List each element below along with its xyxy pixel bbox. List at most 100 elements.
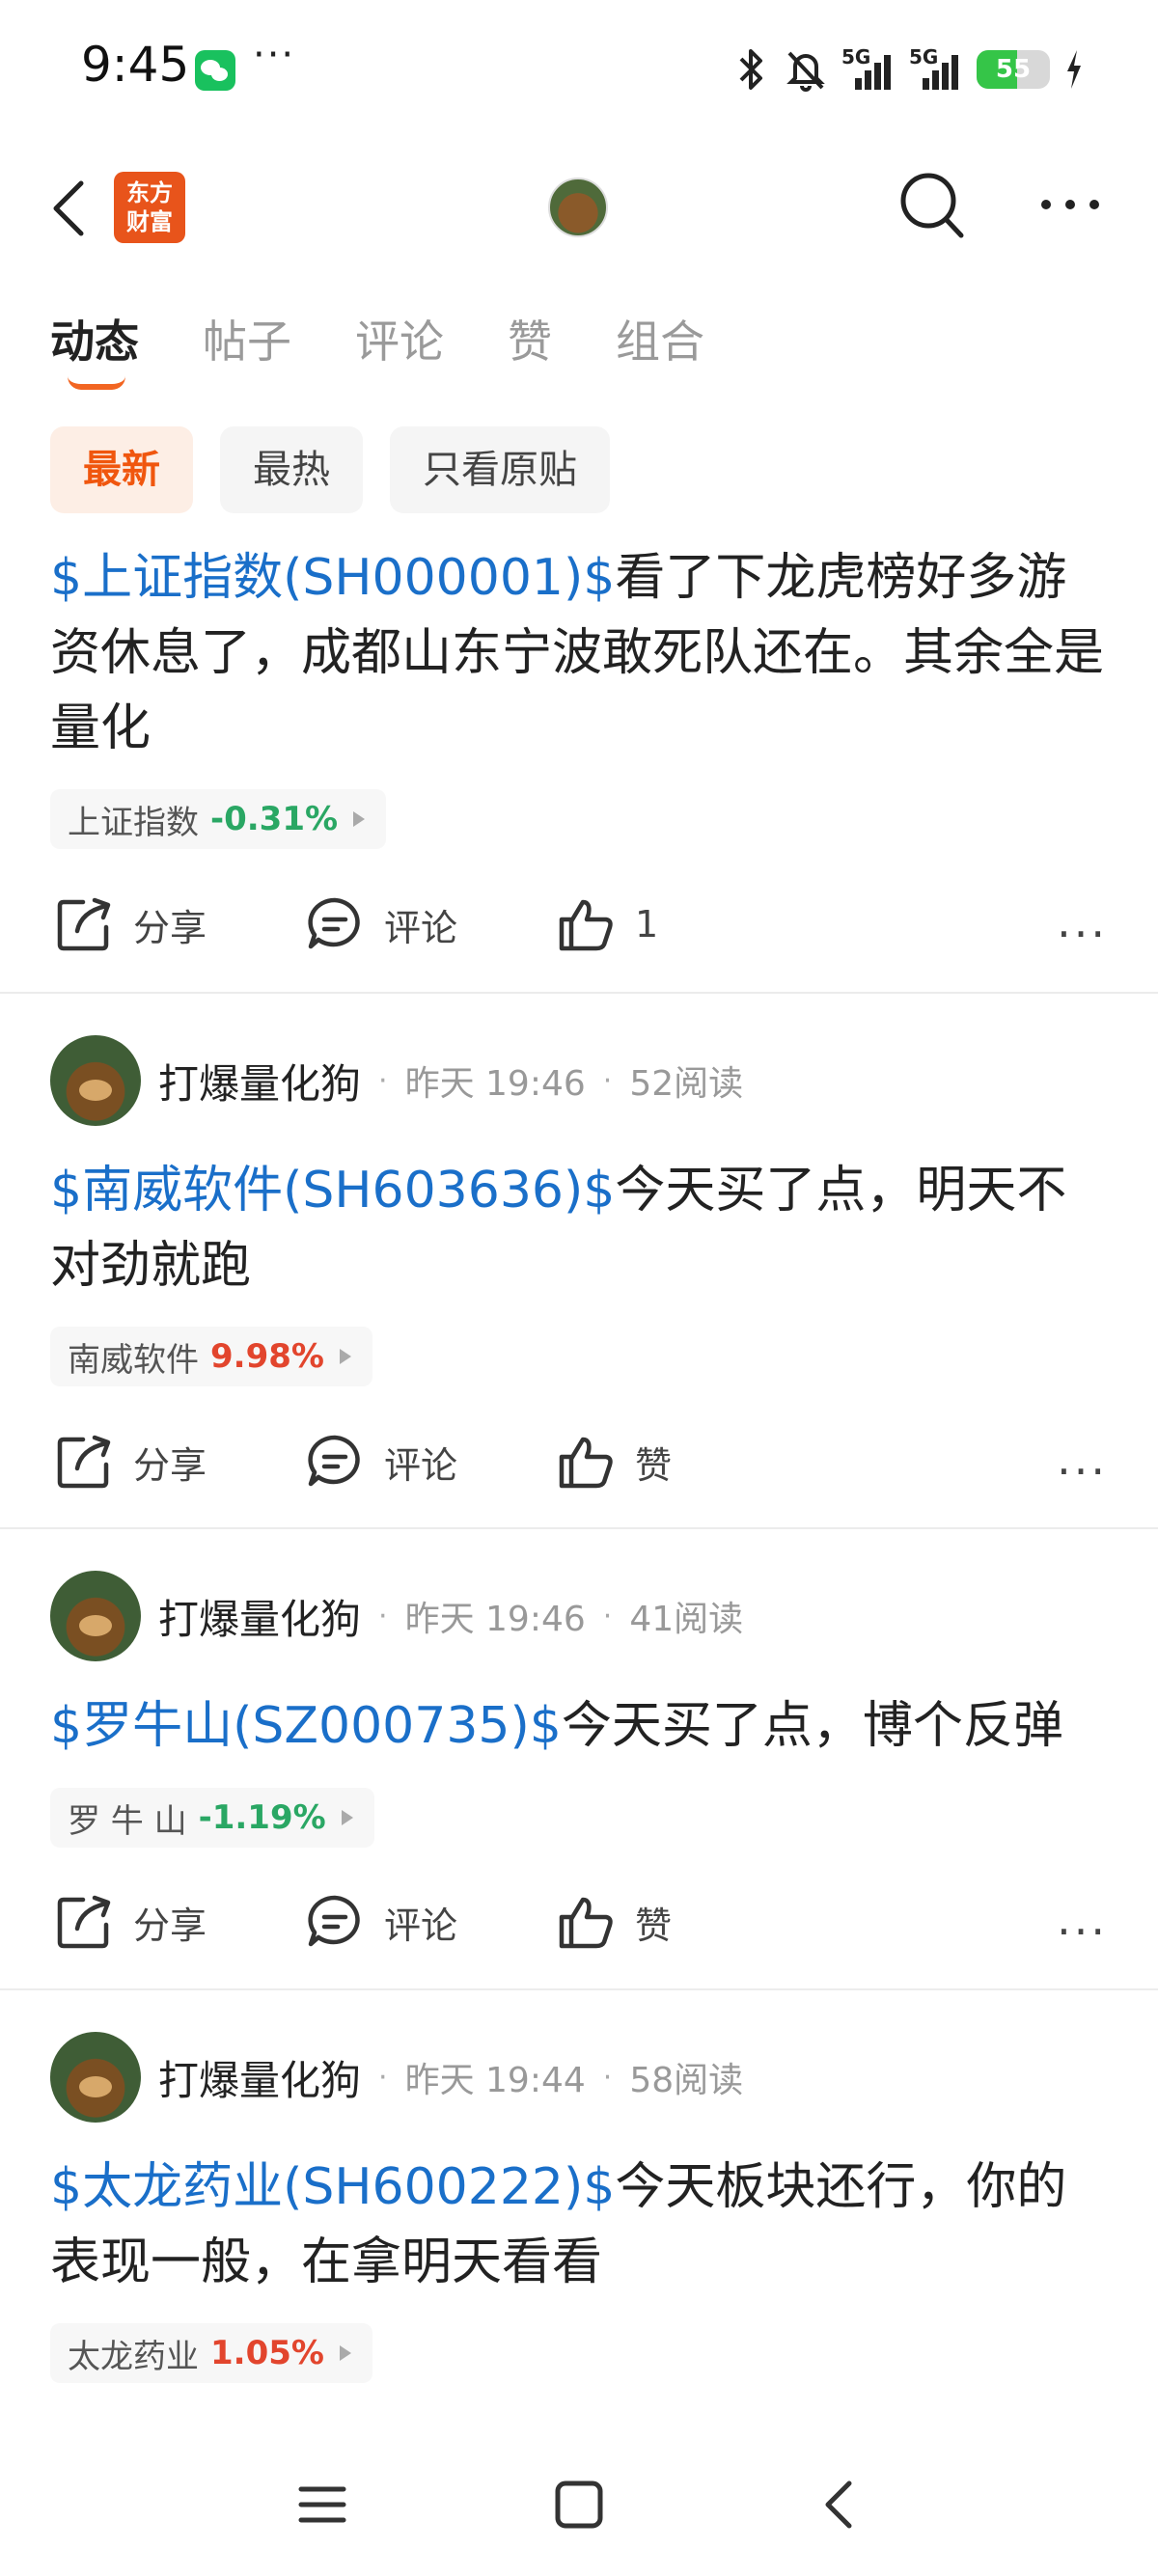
stock-link[interactable]: $上证指数(SH000001)$ [50,549,615,607]
tab-posts[interactable]: 帖子 [203,307,291,370]
filter-latest[interactable]: 最新 [50,426,193,513]
meta-separator: · [378,1599,388,1633]
stock-tag-name: 上证指数 [68,803,199,842]
logo-text-2: 财富 [126,208,173,235]
meta-separator: · [378,1063,388,1098]
logo-text-1: 东方 [126,179,173,206]
share-icon [57,1435,111,1489]
like-count: 1 [635,903,659,945]
stock-tag-change: -0.31% [210,800,339,838]
post-item[interactable]: 打爆量化狗 · 昨天 19:46 · 52阅读 $南威软件(SH603636)$… [0,994,1158,1529]
menu-icon[interactable] [295,2478,349,2532]
comment-button[interactable]: 评论 [305,1418,457,1505]
post-item[interactable]: 打爆量化狗 · 昨天 19:46 · 41阅读 $罗牛山(SZ000735)$今… [0,1529,1158,1990]
stock-link[interactable]: $罗牛山(SZ000735)$ [50,1697,562,1755]
thumbs-up-icon [559,1437,613,1489]
stock-link[interactable]: $太龙药业(SH600222)$ [50,2158,615,2216]
filter-chips: 最新 最热 只看原贴 [50,426,610,513]
like-button[interactable]: 赞 [556,1418,672,1505]
notification-more-icon: ··· [253,33,296,77]
username[interactable]: 打爆量化狗 [158,1587,361,1646]
system-nav-bar [0,2451,1158,2566]
stock-tag-name: 太龙药业 [68,2337,199,2376]
status-time: 9:45 [81,37,190,93]
like-label: 赞 [635,1904,673,1947]
tag-arrow-icon [339,2345,351,2361]
comment-icon [308,1895,360,1947]
tag-arrow-icon [339,1349,351,1364]
stock-tag[interactable]: 太龙药业 1.05% [50,2323,372,2383]
read-count: 41阅读 [629,1600,744,1639]
tab-portfolio[interactable]: 组合 [616,307,704,370]
post-meta: 打爆量化狗 · 昨天 19:44 · 58阅读 [50,2031,743,2124]
comment-button[interactable]: 评论 [305,1878,457,1965]
like-button[interactable]: 赞 [556,1878,672,1965]
comment-label: 评论 [384,906,458,949]
top-nav: 东方 财富 [0,154,1158,260]
username[interactable]: 打爆量化狗 [158,1052,361,1110]
read-count: 58阅读 [629,2061,744,2100]
meta-separator: · [378,2060,388,2095]
tab-comments[interactable]: 评论 [355,307,444,370]
avatar[interactable] [50,2032,141,2123]
post-more-icon[interactable]: ··· [1057,1445,1108,1497]
comment-icon [308,1435,360,1487]
comment-button[interactable]: 评论 [305,881,457,968]
stock-tag-name: 南威软件 [68,1340,199,1380]
wechat-icon [195,50,235,91]
post-time: 昨天 19:46 [404,1600,586,1639]
stock-tag[interactable]: 上证指数 -0.31% [50,789,387,849]
post-actions: 分享 评论 赞 ··· [0,1418,1158,1505]
post-item[interactable]: $上证指数(SH000001)$看了下龙虎榜好多游资休息了，成都山东宁波敢死队还… [0,540,1158,994]
post-time: 昨天 19:44 [404,2061,586,2100]
tag-arrow-icon [353,811,366,827]
post-text: 今天买了点，博个反弹 [561,1697,1063,1755]
signal-icon-1: 5G [841,45,896,94]
stock-tag-change: 9.98% [210,1337,324,1376]
meta-separator: · [602,1063,613,1098]
profile-feed-screen: 9:45 ··· 5G 5G 55 东方 财富 动态 帖子 评论 赞 组合 最新… [0,0,1158,2576]
username[interactable]: 打爆量化狗 [158,2048,361,2107]
post-meta: 打爆量化狗 · 昨天 19:46 · 52阅读 [50,1034,743,1127]
share-button[interactable]: 分享 [54,1418,207,1505]
post-actions: 分享 评论 1 ··· [0,881,1158,968]
like-button[interactable]: 1 [556,881,658,968]
post-content: $南威软件(SH603636)$今天买了点，明天不对劲就跑 [50,1153,1112,1303]
signal-icon-2: 5G [909,45,963,94]
avatar[interactable] [50,1571,141,1661]
post-time: 昨天 19:46 [404,1064,586,1104]
charging-icon [1067,50,1081,89]
share-label: 分享 [133,1443,207,1487]
thumbs-up-icon [559,899,613,951]
system-icons: 5G 5G 55 [731,42,1085,96]
home-icon[interactable] [552,2478,606,2532]
share-button[interactable]: 分享 [54,1878,207,1965]
read-count: 52阅读 [629,1064,744,1104]
tab-activity[interactable]: 动态 [50,307,139,390]
post-item[interactable]: 打爆量化狗 · 昨天 19:44 · 58阅读 $太龙药业(SH600222)$… [0,1990,1158,2396]
filter-hottest[interactable]: 最热 [220,426,363,513]
post-content: $罗牛山(SZ000735)$今天买了点，博个反弹 [50,1688,1112,1764]
meta-separator: · [602,1599,613,1633]
avatar[interactable] [50,1035,141,1126]
active-tab-indicator [68,376,125,390]
filter-original-only[interactable]: 只看原贴 [390,426,610,513]
post-meta: 打爆量化狗 · 昨天 19:46 · 41阅读 [50,1570,743,1662]
more-options-icon[interactable] [1038,193,1102,216]
post-content: $太龙药业(SH600222)$今天板块还行，你的表现一般，在拿明天看看 [50,2150,1112,2300]
header-avatar[interactable] [548,178,608,237]
status-bar: 9:45 ··· 5G 5G 55 [0,0,1158,135]
share-label: 分享 [133,906,207,949]
like-label: 赞 [635,1443,673,1487]
stock-link[interactable]: $南威软件(SH603636)$ [50,1162,615,1219]
stock-tag-change: -1.19% [198,1798,326,1837]
back-icon[interactable] [813,2478,867,2532]
post-more-icon[interactable]: ··· [1057,1905,1108,1958]
post-more-icon[interactable]: ··· [1057,908,1108,960]
back-arrow-icon[interactable] [48,178,91,239]
stock-tag[interactable]: 南威软件 9.98% [50,1327,372,1386]
search-icon[interactable] [896,166,969,243]
share-button[interactable]: 分享 [54,881,207,968]
stock-tag[interactable]: 罗 牛 山 -1.19% [50,1788,374,1848]
tab-likes[interactable]: 赞 [508,307,552,370]
